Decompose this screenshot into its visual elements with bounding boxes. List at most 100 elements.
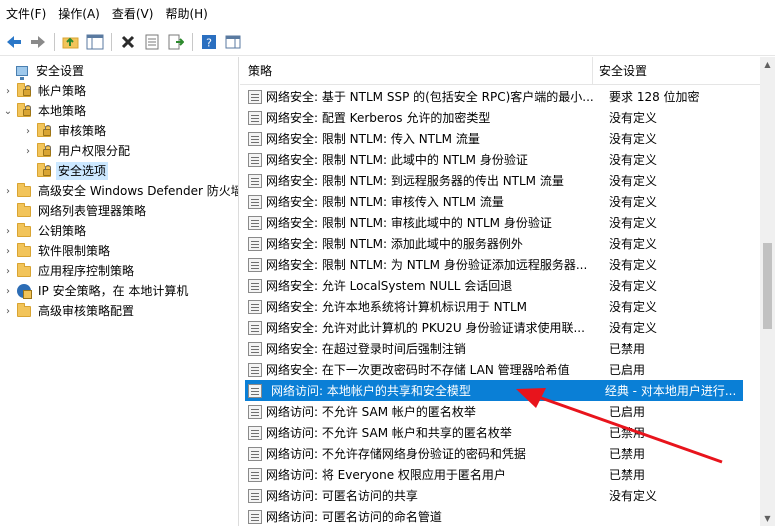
policy-icon	[248, 425, 262, 440]
table-row[interactable]: 网络安全: 限制 NTLM: 传入 NTLM 流量 没有定义	[240, 128, 760, 149]
table-row[interactable]: 网络安全: 在超过登录时间后强制注销 已禁用	[240, 338, 760, 359]
chevron-right-icon[interactable]: ›	[2, 181, 14, 201]
column-header-policy[interactable]: 策略	[240, 57, 593, 85]
table-row[interactable]: 网络安全: 允许 LocalSystem NULL 会话回退 没有定义	[240, 275, 760, 296]
policy-icon	[248, 236, 262, 251]
row-policy-name: 网络安全: 在超过登录时间后强制注销	[266, 342, 466, 356]
show-tree-icon[interactable]	[85, 32, 105, 52]
policy-icon	[248, 299, 262, 314]
tree-item-account-policy[interactable]: › 帐户策略	[2, 81, 88, 101]
row-policy-name: 网络访问: 不允许 SAM 帐户和共享的匿名枚举	[266, 426, 512, 440]
chevron-right-icon[interactable]: ›	[2, 241, 14, 261]
tree-item-advanced-audit[interactable]: › 高级审核策略配置	[2, 301, 136, 321]
row-security-setting: 没有定义	[609, 489, 658, 503]
tree-item-local-policy[interactable]: ⌄ 本地策略	[2, 101, 88, 121]
tree-item-label: 帐户策略	[38, 84, 87, 98]
tree-item-label: 安全选项	[56, 162, 109, 180]
tree-item-app-control[interactable]: › 应用程序控制策略	[2, 261, 136, 281]
row-security-setting: 已启用	[609, 405, 646, 419]
table-row[interactable]: 网络安全: 限制 NTLM: 审核传入 NTLM 流量 没有定义	[240, 191, 760, 212]
row-policy-name: 网络安全: 限制 NTLM: 此域中的 NTLM 身份验证	[266, 153, 528, 167]
menu-view[interactable]: 查看(V)	[110, 0, 164, 28]
policy-icon	[248, 110, 262, 125]
help-icon[interactable]: ?	[199, 32, 219, 52]
table-row[interactable]: 网络访问: 可匿名访问的共享 没有定义	[240, 485, 760, 506]
tree-item-network-list[interactable]: 网络列表管理器策略	[2, 201, 148, 221]
policy-list: 策略 安全设置 网络安全: 基于 NTLM SSP 的(包括安全 RPC)客户端…	[240, 57, 760, 526]
policy-icon	[248, 257, 262, 272]
folder-lock-icon	[36, 143, 52, 159]
table-row[interactable]: 网络安全: 配置 Kerberos 允许的加密类型 没有定义	[240, 107, 760, 128]
table-row[interactable]: 网络访问: 本地帐户的共享和安全模型 经典 - 对本地用户进行...	[245, 380, 743, 401]
table-row[interactable]: 网络安全: 限制 NTLM: 此域中的 NTLM 身份验证 没有定义	[240, 149, 760, 170]
row-policy-name: 网络安全: 允许 LocalSystem NULL 会话回退	[266, 279, 513, 293]
table-row[interactable]: 网络访问: 不允许存储网络身份验证的密码和凭据 已禁用	[240, 443, 760, 464]
tree-item-label: 应用程序控制策略	[38, 264, 135, 278]
folder-lock-icon	[16, 103, 32, 119]
menu-help[interactable]: 帮助(H)	[163, 0, 217, 28]
tree-arrow	[2, 201, 14, 221]
back-icon[interactable]	[4, 32, 24, 52]
up-folder-icon[interactable]	[61, 32, 81, 52]
column-header-setting[interactable]: 安全设置	[593, 57, 760, 85]
row-security-setting: 没有定义	[609, 237, 658, 251]
table-row[interactable]: 网络安全: 允许本地系统将计算机标识用于 NTLM 没有定义	[240, 296, 760, 317]
scroll-thumb[interactable]	[763, 243, 772, 329]
scroll-up-icon[interactable]: ▲	[760, 57, 775, 72]
tree-item-label: 公钥策略	[38, 224, 87, 238]
table-row[interactable]: 网络访问: 不允许 SAM 帐户和共享的匿名枚举 已禁用	[240, 422, 760, 443]
tree-item-security-settings[interactable]: 安全设置	[0, 61, 86, 81]
table-row[interactable]: 网络访问: 将 Everyone 权限应用于匿名用户 已禁用	[240, 464, 760, 485]
chevron-down-icon[interactable]: ⌄	[2, 101, 14, 121]
menu-bar: 文件(F) 操作(A) 查看(V) 帮助(H)	[0, 0, 775, 28]
folder-icon	[16, 263, 32, 279]
row-policy-name: 网络安全: 允许对此计算机的 PKU2U 身份验证请求使用联...	[266, 321, 585, 335]
chevron-right-icon[interactable]: ›	[22, 141, 34, 161]
export-icon[interactable]	[166, 32, 186, 52]
row-policy-name: 网络访问: 可匿名访问的命名管道	[266, 510, 442, 524]
delete-icon[interactable]	[118, 32, 138, 52]
scroll-down-icon[interactable]: ▼	[760, 511, 775, 526]
chevron-right-icon[interactable]: ›	[2, 281, 14, 301]
row-security-setting: 没有定义	[609, 111, 658, 125]
menu-file[interactable]: 文件(F)	[4, 0, 56, 28]
tree-item-public-key[interactable]: › 公钥策略	[2, 221, 88, 241]
table-row[interactable]: 网络安全: 允许对此计算机的 PKU2U 身份验证请求使用联... 没有定义	[240, 317, 760, 338]
folder-lock-icon	[16, 83, 32, 99]
table-row[interactable]: 网络安全: 限制 NTLM: 审核此域中的 NTLM 身份验证 没有定义	[240, 212, 760, 233]
properties-icon[interactable]	[142, 32, 162, 52]
chevron-right-icon[interactable]: ›	[22, 121, 34, 141]
tree-item-security-options[interactable]: 安全选项	[22, 161, 109, 181]
chevron-right-icon[interactable]: ›	[2, 221, 14, 241]
tree-item-user-rights[interactable]: › 用户权限分配	[22, 141, 132, 161]
row-security-setting: 没有定义	[609, 321, 658, 335]
table-row[interactable]: 网络安全: 限制 NTLM: 添加此域中的服务器例外 没有定义	[240, 233, 760, 254]
table-row[interactable]: 网络安全: 限制 NTLM: 为 NTLM 身份验证添加远程服务器... 没有定义	[240, 254, 760, 275]
tree-item-defender-firewall[interactable]: › 高级安全 Windows Defender 防火墙	[2, 181, 238, 201]
table-row[interactable]: 网络安全: 限制 NTLM: 到远程服务器的传出 NTLM 流量 没有定义	[240, 170, 760, 191]
chevron-right-icon[interactable]: ›	[2, 81, 14, 101]
vertical-scrollbar[interactable]: ▲ ▼	[760, 57, 775, 526]
chevron-right-icon[interactable]: ›	[2, 301, 14, 321]
table-row[interactable]: 网络访问: 可匿名访问的命名管道	[240, 506, 760, 526]
toolbar-separator	[111, 32, 112, 51]
row-policy-name: 网络安全: 限制 NTLM: 为 NTLM 身份验证添加远程服务器...	[266, 258, 588, 272]
tree-item-audit-policy[interactable]: › 审核策略	[22, 121, 108, 141]
tree-item-ip-security[interactable]: › IP 安全策略，在 本地计算机	[2, 281, 190, 301]
chevron-right-icon[interactable]: ›	[2, 261, 14, 281]
tree-item-label: 软件限制策略	[38, 244, 111, 258]
table-row[interactable]: 网络访问: 不允许 SAM 帐户的匿名枚举 已启用	[240, 401, 760, 422]
tree-item-label: 用户权限分配	[58, 144, 131, 158]
tree-item-software-restriction[interactable]: › 软件限制策略	[2, 241, 112, 261]
list-header: 策略 安全设置	[240, 57, 760, 85]
forward-icon[interactable]	[28, 32, 48, 52]
folder-icon	[16, 203, 32, 219]
menu-action[interactable]: 操作(A)	[56, 0, 110, 28]
panel-icon[interactable]	[223, 32, 243, 52]
policy-icon	[248, 362, 262, 377]
policy-icon	[248, 173, 262, 188]
tree-item-label: IP 安全策略，在 本地计算机	[38, 284, 189, 298]
table-row[interactable]: 网络安全: 基于 NTLM SSP 的(包括安全 RPC)客户端的最小... 要求…	[240, 86, 760, 107]
folder-icon	[16, 243, 32, 259]
table-row[interactable]: 网络安全: 在下一次更改密码时不存储 LAN 管理器哈希值 已启用	[240, 359, 760, 380]
